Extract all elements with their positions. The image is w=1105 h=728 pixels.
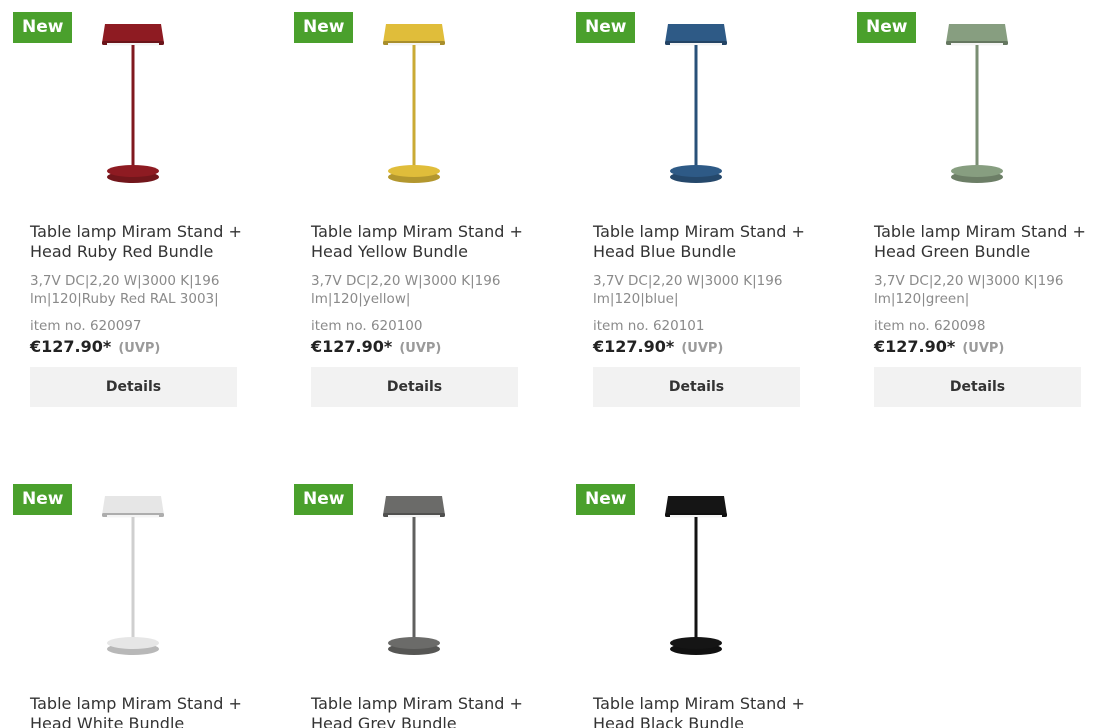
product-title[interactable]: Table lamp Miram Stand + Head Grey Bundl… (311, 694, 541, 728)
details-button[interactable]: Details (311, 367, 518, 407)
new-badge: New (576, 12, 636, 43)
product-price: €127.90* (UVP) (593, 336, 723, 360)
price-amount: €127.90* (30, 337, 112, 356)
uvp-label: (UVP) (681, 341, 724, 356)
product-title[interactable]: Table lamp Miram Stand + Head Ruby Red B… (30, 222, 260, 262)
product-specs: 3,7V DC|2,20 W|3000 K|196 lm|120|blue| (593, 273, 783, 307)
new-badge: New (576, 484, 636, 515)
new-badge: New (13, 484, 73, 515)
details-button[interactable]: Details (30, 367, 237, 407)
product-card: New Table lamp Miram Stand + Head Yellow… (294, 12, 556, 407)
item-number: item no. 620101 (593, 318, 705, 334)
product-price: €127.90* (UVP) (311, 336, 441, 360)
product-card: New Table lamp Miram Stand + Head Blue B… (576, 12, 838, 407)
product-title[interactable]: Table lamp Miram Stand + Head Green Bund… (874, 222, 1104, 262)
product-title[interactable]: Table lamp Miram Stand + Head Blue Bundl… (593, 222, 823, 262)
new-badge: New (13, 12, 73, 43)
item-number: item no. 620097 (30, 318, 142, 334)
uvp-label: (UVP) (118, 341, 161, 356)
product-card: New Table lamp Miram Stand + Head Ruby R… (13, 12, 275, 407)
new-badge: New (294, 12, 354, 43)
new-badge: New (857, 12, 917, 43)
product-price: €127.90* (UVP) (30, 336, 160, 360)
product-title[interactable]: Table lamp Miram Stand + Head Yellow Bun… (311, 222, 541, 262)
price-amount: €127.90* (874, 337, 956, 356)
product-card: New Table lamp Miram Stand + Head Black … (576, 484, 838, 728)
new-badge: New (294, 484, 354, 515)
details-button[interactable]: Details (593, 367, 800, 407)
price-amount: €127.90* (593, 337, 675, 356)
product-card: New Table lamp Miram Stand + Head Grey B… (294, 484, 556, 728)
item-number: item no. 620098 (874, 318, 986, 334)
product-price: €127.90* (UVP) (874, 336, 1004, 360)
item-number: item no. 620100 (311, 318, 423, 334)
price-amount: €127.90* (311, 337, 393, 356)
uvp-label: (UVP) (962, 341, 1005, 356)
product-title[interactable]: Table lamp Miram Stand + Head White Bund… (30, 694, 260, 728)
product-card: New Table lamp Miram Stand + Head White … (13, 484, 275, 728)
product-card: New Table lamp Miram Stand + Head Green … (857, 12, 1105, 407)
details-button[interactable]: Details (874, 367, 1081, 407)
product-specs: 3,7V DC|2,20 W|3000 K|196 lm|120|green| (874, 273, 1064, 307)
product-grid: New Table lamp Miram Stand + Head Ruby R… (0, 0, 1105, 728)
product-specs: 3,7V DC|2,20 W|3000 K|196 lm|120|Ruby Re… (30, 273, 220, 307)
product-title[interactable]: Table lamp Miram Stand + Head Black Bund… (593, 694, 823, 728)
uvp-label: (UVP) (399, 341, 442, 356)
product-specs: 3,7V DC|2,20 W|3000 K|196 lm|120|yellow| (311, 273, 501, 307)
